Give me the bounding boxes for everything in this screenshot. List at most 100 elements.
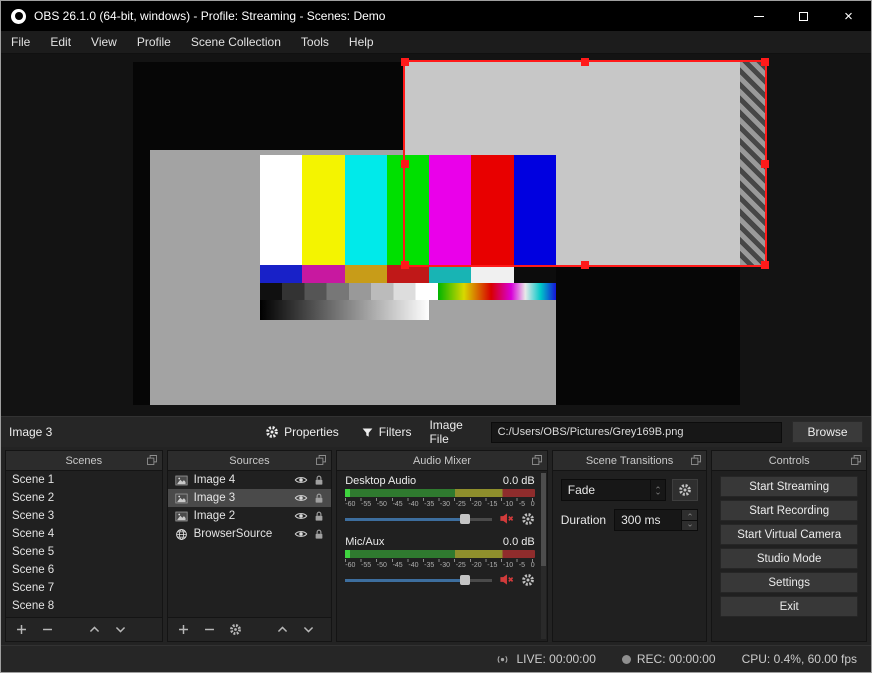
selection-handle[interactable] [401, 58, 409, 66]
close-button[interactable]: × [826, 1, 871, 31]
status-bar: LIVE: 00:00:00 REC: 00:00:00 CPU: 0.4%, … [1, 645, 871, 672]
selection-handle[interactable] [581, 261, 589, 269]
eye-icon [294, 527, 308, 541]
obs-window: OBS 26.1.0 (64-bit, windows) - Profile: … [0, 0, 872, 673]
remove-scene-button[interactable] [41, 623, 54, 636]
menu-item-file[interactable]: File [1, 31, 40, 53]
visibility-toggle[interactable] [294, 491, 308, 505]
menu-item-profile[interactable]: Profile [127, 31, 181, 53]
scene-list-item-scene-5[interactable]: Scene 5 [6, 543, 162, 561]
volume-meter [345, 550, 535, 558]
menu-item-scene-collection[interactable]: Scene Collection [181, 31, 291, 53]
selection-box[interactable] [401, 58, 769, 269]
menu-item-edit[interactable]: Edit [40, 31, 81, 53]
selection-handle[interactable] [401, 159, 409, 168]
image-file-path-input[interactable] [490, 421, 783, 443]
lock-toggle[interactable] [313, 528, 325, 541]
audio-mixer-panel: Audio Mixer Desktop Audio 0.0 dB -60 -55 -50… [336, 450, 548, 642]
dock-icon[interactable] [690, 454, 702, 466]
selection-handle[interactable] [401, 261, 409, 269]
volume-slider[interactable] [345, 512, 492, 526]
dock-icon[interactable] [531, 454, 543, 466]
selection-handle[interactable] [761, 159, 769, 168]
start-recording-button[interactable]: Start Recording [720, 500, 858, 521]
audio-mixer-panel-title: Audio Mixer [412, 454, 472, 467]
slider-thumb[interactable] [460, 513, 471, 524]
selection-handle[interactable] [761, 58, 769, 66]
scene-list-item-scene-3[interactable]: Scene 3 [6, 507, 162, 525]
channel-settings-button[interactable] [521, 573, 535, 587]
selection-handle[interactable] [581, 58, 589, 66]
preview-canvas[interactable] [133, 58, 769, 405]
add-scene-button[interactable] [15, 623, 28, 636]
scene-list-item-scene-1[interactable]: Scene 1 [6, 471, 162, 489]
move-scene-down-button[interactable] [114, 623, 127, 636]
visibility-toggle[interactable] [294, 473, 308, 487]
menu-item-help[interactable]: Help [339, 31, 384, 53]
filters-button[interactable]: Filters [353, 422, 420, 442]
settings-button[interactable]: Settings [720, 572, 858, 593]
start-streaming-button[interactable]: Start Streaming [720, 476, 858, 497]
source-list-item-browsersource[interactable]: BrowserSource [168, 525, 332, 543]
minimize-button[interactable] [736, 1, 781, 31]
dock-icon[interactable] [315, 454, 327, 466]
image-icon [174, 492, 189, 505]
lock-toggle[interactable] [313, 492, 325, 505]
menu-item-tools[interactable]: Tools [291, 31, 339, 53]
dock-icon[interactable] [850, 454, 862, 466]
duration-spinbox[interactable]: 300 ms [614, 509, 699, 531]
controls-panel-title: Controls [768, 454, 810, 467]
lock-toggle[interactable] [313, 474, 325, 487]
visibility-toggle[interactable] [294, 509, 308, 523]
scene-list-item-scene-6[interactable]: Scene 6 [6, 561, 162, 579]
filter-icon [361, 426, 374, 439]
transitions-panel: Scene Transitions Fade Duration 300 ms [551, 450, 708, 642]
scene-list-item-scene-2[interactable]: Scene 2 [6, 489, 162, 507]
transition-properties-button[interactable] [672, 479, 699, 501]
menu-item-view[interactable]: View [81, 31, 127, 53]
source-list-item-image-4[interactable]: Image 4 [168, 471, 332, 489]
scene-list-item-scene-4[interactable]: Scene 4 [6, 525, 162, 543]
color-bar [260, 155, 303, 265]
scene-list-item-scene-7[interactable]: Scene 7 [6, 579, 162, 597]
scene-list-item-scene-8[interactable]: Scene 8 [6, 597, 162, 615]
move-source-down-button[interactable] [302, 623, 315, 636]
lock-toggle[interactable] [313, 510, 325, 523]
meter-scale: -60 -55 -50 -45 -40 -35 -30 -25 -20 -15 -10 -5 0 [345, 562, 535, 569]
remove-source-button[interactable] [203, 623, 216, 636]
volume-slider[interactable] [345, 573, 492, 587]
source-properties-button[interactable] [229, 623, 242, 636]
mixer-scrollbar[interactable] [540, 473, 546, 639]
dock-icon[interactable] [146, 454, 158, 466]
live-icon [495, 652, 510, 667]
mute-button[interactable] [499, 511, 514, 526]
slider-thumb[interactable] [460, 574, 471, 585]
transition-select[interactable]: Fade [560, 479, 667, 501]
properties-button[interactable]: Properties [257, 422, 347, 442]
cpu-fps-status: CPU: 0.4%, 60.00 fps [742, 652, 857, 666]
lock-icon [313, 528, 325, 541]
source-list-item-image-2[interactable]: Image 2 [168, 507, 332, 525]
source-list-item-image-3[interactable]: Image 3 [167, 489, 332, 507]
exit-button[interactable]: Exit [720, 596, 858, 617]
visibility-toggle[interactable] [294, 527, 308, 541]
selection-handle[interactable] [761, 261, 769, 269]
properties-label: Properties [284, 425, 339, 439]
maximize-icon [799, 11, 808, 21]
browse-button[interactable]: Browse [792, 421, 863, 443]
cpu-fps-text: CPU: 0.4%, 60.00 fps [741, 652, 857, 666]
add-source-button[interactable] [177, 623, 190, 636]
duration-increase-button[interactable] [682, 510, 698, 521]
move-scene-up-button[interactable] [88, 623, 101, 636]
start-virtual-camera-button[interactable]: Start Virtual Camera [720, 524, 858, 545]
maximize-button[interactable] [781, 1, 826, 31]
move-source-up-button[interactable] [276, 623, 289, 636]
studio-mode-button[interactable]: Studio Mode [720, 548, 858, 569]
mute-button[interactable] [499, 572, 514, 587]
audio-mixer-channels: Desktop Audio 0.0 dB -60 -55 -50 -45 -40 -35 -30… [337, 471, 547, 641]
channel-settings-button[interactable] [521, 512, 535, 526]
title-bar: OBS 26.1.0 (64-bit, windows) - Profile: … [1, 1, 871, 31]
controls-panel: Controls Start Streaming Start Recording S… [711, 450, 867, 642]
duration-decrease-button[interactable] [682, 520, 698, 530]
source-name: BrowserSource [193, 528, 273, 540]
